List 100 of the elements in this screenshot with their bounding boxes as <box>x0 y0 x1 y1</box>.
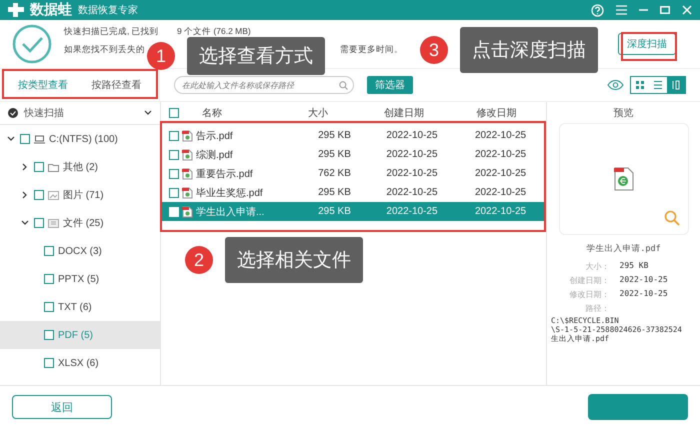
pdf-file-icon <box>182 148 193 160</box>
tree-item-label[interactable]: TXT (6) <box>58 302 92 312</box>
view-tab[interactable]: 按路径查看 <box>80 72 153 98</box>
document-icon <box>48 218 59 228</box>
checkbox[interactable] <box>44 358 54 368</box>
highlight-frame <box>621 32 677 61</box>
callout-label: 选择查看方式 <box>187 37 325 75</box>
table-cell-text: 295 KB <box>317 130 352 141</box>
table-cell-text: 2022-10-25 <box>385 187 439 198</box>
field-value: 295 KB <box>620 261 650 272</box>
pdf-file-icon <box>612 166 634 192</box>
app-name: 数据蛙 <box>30 1 72 19</box>
table-cell-text: 2022-10-25 <box>385 168 439 179</box>
field-label: 修改日期： <box>568 289 610 300</box>
tree-item-label[interactable]: XLSX (6) <box>58 358 99 368</box>
file-name: 告示.pdf <box>196 130 233 142</box>
list-view-icon <box>653 80 663 90</box>
checkbox[interactable] <box>44 246 54 256</box>
tree-item-label[interactable]: DOCX (3) <box>58 246 102 256</box>
status-text: 快速扫描已完成, 已找到 <box>64 26 159 38</box>
tree-item-label[interactable]: 文件 (25) <box>63 216 104 230</box>
file-row[interactable]: 综测.pdf 295 KB 2022-10-25 2022-10-25 <box>161 145 546 164</box>
help-icon[interactable] <box>591 4 604 16</box>
table-cell-text: 762 KB <box>317 168 352 179</box>
chevron-down-icon[interactable] <box>6 135 16 143</box>
checkbox[interactable] <box>34 162 44 172</box>
menu-icon[interactable] <box>616 5 627 15</box>
file-row[interactable]: 重要告示.pdf 762 KB 2022-10-25 2022-10-25 <box>161 164 546 183</box>
column-header[interactable]: 名称 <box>202 106 222 120</box>
checkbox[interactable] <box>169 130 179 140</box>
table-cell-text: 2022-10-25 <box>474 168 528 179</box>
view-mode-button[interactable] <box>667 77 685 93</box>
pdf-file-icon <box>182 130 193 142</box>
table-cell-text: 2022-10-25 <box>474 206 528 217</box>
preview-title: 预览 <box>614 106 634 120</box>
pdf-file-icon <box>182 168 193 180</box>
tree-item-label[interactable]: 其他 (2) <box>63 160 98 174</box>
file-row[interactable]: 学生出入申请... 295 KB 2022-10-25 2022-10-25 <box>161 202 546 221</box>
zoom-icon[interactable] <box>664 210 680 226</box>
filter-button[interactable]: 筛选器 <box>367 76 413 94</box>
columns-view-icon <box>671 80 681 90</box>
checkbox[interactable] <box>20 134 30 144</box>
checkbox[interactable] <box>169 150 179 160</box>
chevron-down-icon[interactable] <box>20 219 30 227</box>
field-label: 路径： <box>584 303 610 314</box>
file-name: 毕业生奖惩.pdf <box>196 186 263 200</box>
checkbox[interactable] <box>169 168 179 178</box>
table-cell-text: 2022-10-25 <box>474 149 528 160</box>
check-badge-icon <box>8 108 18 118</box>
checkbox[interactable] <box>34 218 44 228</box>
file-row[interactable]: 毕业生奖惩.pdf 295 KB 2022-10-25 2022-10-25 <box>161 183 546 202</box>
table-cell-text: 295 KB <box>317 187 352 198</box>
tree-item-label[interactable]: PPTX (5) <box>58 274 100 284</box>
drive-icon <box>34 134 45 144</box>
status-text: 9 个文件 (76.2 MB) <box>177 26 251 38</box>
close-icon[interactable] <box>682 5 692 15</box>
image-icon <box>48 190 59 200</box>
chevron-down-icon <box>144 110 152 116</box>
field-value: 2022-10-25 <box>620 275 669 286</box>
minimize-icon[interactable] <box>639 9 648 11</box>
preview-file-name: 学生出入申请.pdf <box>586 243 661 255</box>
column-header[interactable]: 修改日期 <box>449 106 544 120</box>
tree-item-label[interactable]: C:(NTFS) (100) <box>49 134 118 144</box>
grid-view-icon <box>635 80 645 90</box>
checkbox[interactable] <box>44 274 54 284</box>
deep-scan-button[interactable]: 深度扫描 <box>618 33 676 55</box>
tree-item-label[interactable]: 图片 (71) <box>63 188 104 202</box>
check-circle-icon <box>12 24 52 64</box>
checkbox[interactable] <box>169 188 179 198</box>
pdf-file-icon <box>182 206 193 218</box>
eye-icon[interactable] <box>607 80 624 90</box>
table-cell-text: 295 KB <box>317 149 352 160</box>
search-field[interactable]: 在此处输入文件名称或保存路径 <box>174 76 354 94</box>
file-name: 综测.pdf <box>196 148 233 162</box>
field-value: 2022-10-25 <box>620 289 669 300</box>
field-label: 大小： <box>584 261 610 272</box>
checkbox[interactable] <box>169 108 179 118</box>
folder-icon <box>48 162 59 172</box>
step-badge: 2 <box>185 246 213 274</box>
column-header[interactable]: 创建日期 <box>359 106 449 120</box>
app-tagline: 数据恢复专家 <box>78 4 138 17</box>
scan-selector[interactable]: 快速扫描 <box>0 102 160 125</box>
column-header[interactable]: 大小 <box>277 106 359 120</box>
table-cell-text: 2022-10-25 <box>385 206 439 217</box>
table-cell-text: 2022-10-25 <box>385 130 439 141</box>
checkbox[interactable] <box>44 302 54 312</box>
callout-label: 选择相关文件 <box>225 237 363 283</box>
file-row[interactable]: 告示.pdf 295 KB 2022-10-25 2022-10-25 <box>161 126 546 145</box>
checkbox[interactable] <box>34 190 44 200</box>
checkbox[interactable] <box>44 330 54 340</box>
callout-label: 点击深度扫描 <box>460 27 598 73</box>
status-text: 如果您找不到丢失的 <box>64 44 145 56</box>
search-icon <box>339 80 348 90</box>
back-button[interactable]: 返回 <box>12 395 112 419</box>
step-badge: 1 <box>147 42 175 70</box>
view-tab[interactable]: 按类型查看 <box>6 72 80 98</box>
maximize-icon[interactable] <box>660 6 670 14</box>
file-name: 重要告示.pdf <box>196 168 253 180</box>
step-badge: 3 <box>420 36 448 64</box>
table-cell-text: 295 KB <box>317 206 352 217</box>
